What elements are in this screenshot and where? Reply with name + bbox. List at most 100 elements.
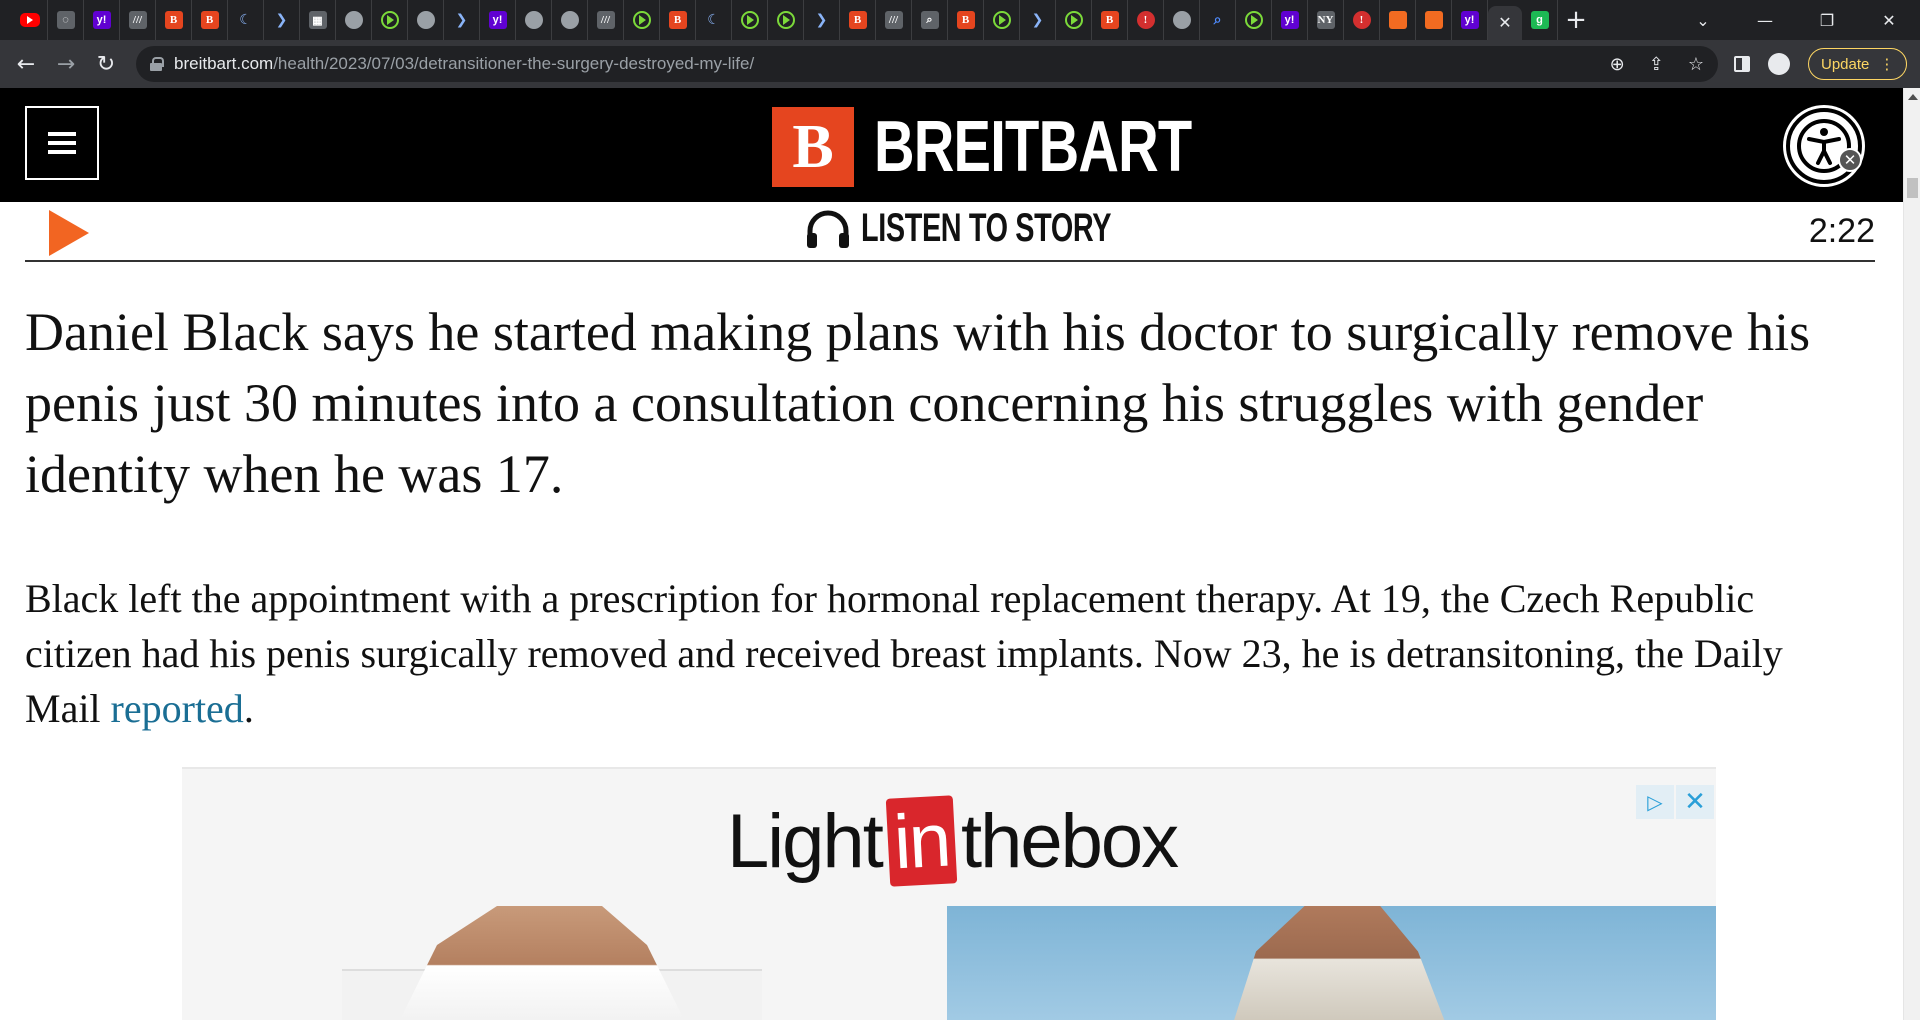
breitbart-logo[interactable]: B BREITBART [772,106,1281,188]
tab-play[interactable] [732,0,768,40]
close-window-button[interactable]: ✕ [1858,11,1920,30]
red-pin-icon: ! [1136,11,1155,29]
lock-icon[interactable] [150,57,164,71]
scroll-up-icon[interactable] [1908,94,1918,100]
tab-globe[interactable] [1164,0,1200,40]
ad-brand-logo[interactable]: Light in thebox [727,795,1179,887]
play-icon [1244,11,1263,29]
close-accessibility-icon[interactable]: ✕ [1838,148,1862,172]
tab-grammarly[interactable]: g [1522,0,1558,40]
tab-globe[interactable] [552,0,588,40]
adchoices-icon[interactable]: ▷ [1636,785,1674,819]
advertisement[interactable]: Light in thebox ▷ ✕ [182,767,1716,1020]
tab-breitbart[interactable]: B [1092,0,1128,40]
tab-yahoo[interactable]: y! [1272,0,1308,40]
page-scrollbar[interactable] [1903,88,1920,1020]
url-host: breitbart.com [174,54,274,73]
forward-button[interactable]: → [46,44,86,84]
play-icon [740,11,759,29]
tab-arrow[interactable]: ❯ [1020,0,1056,40]
audio-duration: 2:22 [1808,212,1875,250]
minimize-button[interactable]: — [1734,11,1796,30]
back-button[interactable]: ← [6,44,46,84]
tab-breitbart[interactable]: B [156,0,192,40]
tab-youtube[interactable] [12,0,48,40]
site-header: B BREITBART ✕ [0,88,1903,202]
globe-icon [1172,11,1191,29]
ad-close-icon[interactable]: ✕ [1676,785,1714,819]
tab-shield[interactable]: ◌ [48,0,84,40]
address-bar[interactable]: breitbart.com/health/2023/07/03/detransi… [136,46,1718,82]
tab-grid[interactable]: ▦ [300,0,336,40]
tab-arrow[interactable]: ❯ [444,0,480,40]
share-icon[interactable]: ⇪ [1649,54,1664,75]
ad-image-left[interactable] [392,906,692,1020]
listen-label[interactable]: LISTEN TO STORY [861,206,1111,251]
tab-news[interactable]: /// [588,0,624,40]
breitbart-icon: B [200,11,219,29]
tab-globe[interactable] [408,0,444,40]
side-panel-icon[interactable] [1734,56,1750,72]
tab-play[interactable] [1056,0,1092,40]
tab-yahoo[interactable]: y! [84,0,120,40]
breitbart-icon: B [956,11,975,29]
update-button[interactable]: Update ⋮ [1808,48,1908,80]
ad-image-right[interactable] [947,906,1716,1020]
play-icon [992,11,1011,29]
globe-icon [416,11,435,29]
tab-breitbart[interactable]: B [660,0,696,40]
news-icon: /// [596,11,615,29]
tab-news[interactable]: /// [876,0,912,40]
new-tab-button[interactable]: + [1558,0,1594,40]
tab-red-pin[interactable]: ! [1128,0,1164,40]
tab-bookmark[interactable] [1416,0,1452,40]
yahoo-icon: y! [1460,11,1479,29]
tab-play[interactable] [1236,0,1272,40]
ad-brand-right: thebox [960,798,1179,884]
news-icon: /// [128,11,147,29]
tab-breitbart[interactable]: B [948,0,984,40]
search-icon: ⌕ [1213,12,1222,28]
tab-globe[interactable] [336,0,372,40]
reload-button[interactable]: ↻ [86,44,126,84]
tab-moon[interactable]: ☾ [228,0,264,40]
tab-search[interactable]: ⌕ [912,0,948,40]
play-icon[interactable] [49,210,89,256]
tab-red-pin[interactable]: ! [1344,0,1380,40]
tab-search[interactable]: ⌕ [1200,0,1236,40]
zoom-icon[interactable]: ⊕ [1610,54,1625,75]
tab-yahoo[interactable]: y! [480,0,516,40]
tab-arrow[interactable]: ❯ [804,0,840,40]
tab-moon[interactable]: ☾ [696,0,732,40]
arrow-icon: ❯ [815,12,828,28]
active-tab[interactable]: ✕ [1488,6,1522,40]
tab-breitbart[interactable]: B [840,0,876,40]
tab-globe[interactable] [516,0,552,40]
brand-mark: B [772,107,854,187]
breitbart-icon: B [1100,11,1119,29]
tab-news[interactable]: NY [1308,0,1344,40]
scrollbar-thumb[interactable] [1907,178,1918,198]
tab-bookmark[interactable] [1380,0,1416,40]
close-tab-icon[interactable]: ✕ [1498,13,1511,33]
reported-link[interactable]: reported [111,686,244,731]
tab-search-icon[interactable]: ⌄ [1672,11,1734,30]
restore-button[interactable]: ❐ [1796,11,1858,30]
bookmark-star-icon[interactable]: ☆ [1688,54,1704,75]
tab-play[interactable] [372,0,408,40]
tab-arrow[interactable]: ❯ [264,0,300,40]
hamburger-menu-button[interactable] [25,106,99,180]
tab-play[interactable] [768,0,804,40]
breitbart-icon: B [848,11,867,29]
paragraph-end: . [243,686,254,731]
shield-icon: ◌ [56,11,75,29]
tab-play[interactable] [984,0,1020,40]
tab-breitbart[interactable]: B [192,0,228,40]
profile-avatar[interactable] [1768,53,1790,75]
arrow-icon: ❯ [275,12,288,28]
grid-icon: ▦ [308,11,327,29]
tab-news[interactable]: /// [120,0,156,40]
accessibility-button[interactable]: ✕ [1786,108,1862,184]
tab-yahoo[interactable]: y! [1452,0,1488,40]
tab-play[interactable] [624,0,660,40]
